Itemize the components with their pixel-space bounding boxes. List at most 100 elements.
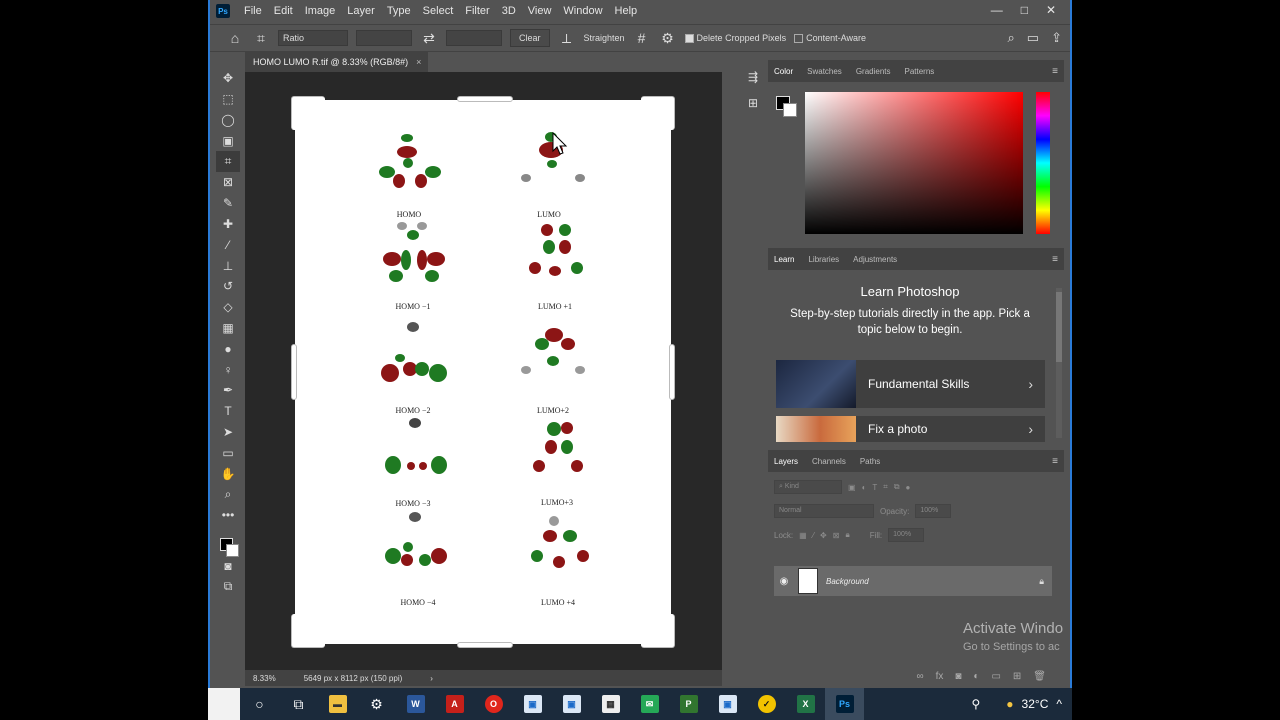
eraser-tool-icon[interactable]: ◇ <box>216 297 240 318</box>
trash-icon[interactable]: 🗑︎ <box>1033 671 1046 682</box>
chevron-right-icon[interactable]: › <box>430 674 433 683</box>
layer-background[interactable]: ◉ Background 🔒︎ <box>774 566 1052 596</box>
document-canvas[interactable]: HOMO LUMO HOMO −1 LUMO +1 HOMO −2 LUMO+2… <box>291 96 675 648</box>
path-selection-tool-icon[interactable]: ➤ <box>216 422 240 443</box>
swap-icon[interactable]: ⇄ <box>420 30 438 47</box>
ratio-width-input[interactable] <box>356 30 412 46</box>
tab-layers[interactable]: Layers <box>774 457 798 466</box>
filter-pixel-icon[interactable]: ▣ <box>848 483 856 492</box>
menu-type[interactable]: Type <box>381 0 417 22</box>
canvas-area[interactable]: HOMO LUMO HOMO −1 LUMO +1 HOMO −2 LUMO+2… <box>245 72 722 670</box>
project-icon[interactable]: P <box>669 688 708 720</box>
word-icon[interactable]: W <box>396 688 435 720</box>
link-layers-icon[interactable]: ∞ <box>916 671 923 682</box>
gear-icon[interactable]: ⚙ <box>659 30 677 47</box>
tab-adjustments[interactable]: Adjustments <box>853 255 897 264</box>
tab-paths[interactable]: Paths <box>860 457 880 466</box>
background-color-swatch[interactable] <box>226 543 239 557</box>
new-group-icon[interactable]: ▭ <box>991 671 1000 682</box>
adjustment-layer-icon[interactable]: ◐ <box>973 671 979 682</box>
search-icon[interactable]: ⌕ <box>1008 30 1015 46</box>
crop-tool-icon[interactable]: ⌗ <box>216 151 240 172</box>
ratio-height-input[interactable] <box>446 30 502 46</box>
cortana-icon[interactable]: ○ <box>240 688 279 720</box>
menu-window[interactable]: Window <box>557 0 608 22</box>
zoom-level[interactable]: 8.33% <box>253 674 276 683</box>
chevron-up-icon[interactable]: ^ <box>1056 697 1062 711</box>
close-button[interactable]: ✕ <box>1046 0 1056 20</box>
lock-position-icon[interactable]: ✥ <box>820 531 827 540</box>
panel-menu-icon[interactable]: ≡ <box>1052 66 1058 77</box>
opacity-input[interactable]: 100% <box>915 504 952 518</box>
color-swatches[interactable] <box>216 526 240 557</box>
photoshop-taskbar-icon[interactable]: Ps <box>825 688 864 720</box>
overlay-grid-icon[interactable]: # <box>633 30 651 46</box>
more-tools-icon[interactable]: ••• <box>216 505 240 526</box>
tab-gradients[interactable]: Gradients <box>856 67 891 76</box>
close-tab-icon[interactable]: × <box>416 57 421 67</box>
blur-tool-icon[interactable]: ● <box>216 338 240 359</box>
file-explorer-icon[interactable]: ▬ <box>318 688 357 720</box>
quick-mask-icon[interactable]: ◙ <box>216 556 240 577</box>
add-mask-icon[interactable]: ◙ <box>955 671 961 682</box>
blend-mode-select[interactable]: Normal <box>774 504 874 518</box>
acrobat-icon[interactable]: A <box>435 688 474 720</box>
tab-color[interactable]: Color <box>774 67 793 76</box>
clone-stamp-tool-icon[interactable]: ⊥ <box>216 255 240 276</box>
straighten-label[interactable]: Straighten <box>584 33 625 43</box>
temperature[interactable]: 32°C <box>1022 697 1049 711</box>
crop-handle-top-right[interactable] <box>641 96 675 130</box>
excel-icon[interactable]: X <box>786 688 825 720</box>
crop-handle-bottom[interactable] <box>457 642 513 648</box>
panel-menu-icon[interactable]: ≡ <box>1052 254 1058 265</box>
lock-image-icon[interactable]: ⁄ <box>813 531 814 540</box>
saturation-brightness-field[interactable] <box>805 92 1023 234</box>
crop-handle-left[interactable] <box>291 344 297 400</box>
panel-menu-icon[interactable]: ≡ <box>1052 456 1058 467</box>
window-app-icon[interactable]: ▣ <box>513 688 552 720</box>
crop-tool-preset-icon[interactable]: ⌗ <box>252 30 270 47</box>
fx-icon[interactable]: fx <box>936 671 944 682</box>
tab-channels[interactable]: Channels <box>812 457 846 466</box>
menu-layer[interactable]: Layer <box>341 0 381 22</box>
norton-icon[interactable]: ✓ <box>747 688 786 720</box>
crop-handle-bottom-left[interactable] <box>291 614 325 648</box>
menu-image[interactable]: Image <box>299 0 342 22</box>
filter-smart-object-icon[interactable]: ⧉ <box>894 482 900 492</box>
pen-tool-icon[interactable]: ✒ <box>216 380 240 401</box>
people-icon[interactable]: ⚲ <box>972 697 981 711</box>
task-view-icon[interactable]: ⧉ <box>279 688 318 720</box>
document-tab[interactable]: HOMO LUMO R.tif @ 8.33% (RGB/8#) × <box>245 52 428 72</box>
menu-file[interactable]: File <box>238 0 268 22</box>
tab-swatches[interactable]: Swatches <box>807 67 842 76</box>
properties-panel-icon[interactable]: ⊞ <box>739 90 767 116</box>
rectangle-tool-icon[interactable]: ▭ <box>216 442 240 463</box>
menu-edit[interactable]: Edit <box>268 0 299 22</box>
visibility-eye-icon[interactable]: ◉ <box>774 576 794 587</box>
settings-gear-icon[interactable]: ⚙ <box>357 688 396 720</box>
crop-handle-top[interactable] <box>457 96 513 102</box>
screen-mode-icon[interactable]: ⧉ <box>216 576 240 597</box>
move-tool-icon[interactable]: ✥ <box>216 68 240 89</box>
filter-adjustment-icon[interactable]: ◐ <box>862 483 867 492</box>
background-color-chip[interactable] <box>783 103 797 117</box>
fill-input[interactable]: 100% <box>888 528 925 542</box>
hand-tool-icon[interactable]: ✋ <box>216 463 240 484</box>
zoom-tool-icon[interactable]: ⌕ <box>216 484 240 505</box>
lasso-tool-icon[interactable]: ◯ <box>216 110 240 131</box>
maximize-button[interactable]: □ <box>1021 0 1028 20</box>
window-app-3-icon[interactable]: ▣ <box>708 688 747 720</box>
marquee-tool-icon[interactable]: ⬚ <box>216 89 240 110</box>
lock-all-icon[interactable]: 🔒︎ <box>845 530 849 540</box>
learn-scrollbar-thumb[interactable] <box>1056 292 1062 362</box>
crop-handle-top-left[interactable] <box>291 96 325 130</box>
home-icon[interactable]: ⌂ <box>226 30 244 46</box>
lock-artboard-icon[interactable]: ⊠ <box>833 531 840 540</box>
menu-view[interactable]: View <box>522 0 558 22</box>
gradient-tool-icon[interactable]: ▦ <box>216 318 240 339</box>
opera-icon[interactable]: O <box>474 688 513 720</box>
menu-3d[interactable]: 3D <box>496 0 522 22</box>
card-fix-a-photo[interactable]: Fix a photo › <box>776 416 1045 442</box>
filter-toggle-icon[interactable]: ● <box>906 483 911 492</box>
clear-button[interactable]: Clear <box>510 29 550 47</box>
